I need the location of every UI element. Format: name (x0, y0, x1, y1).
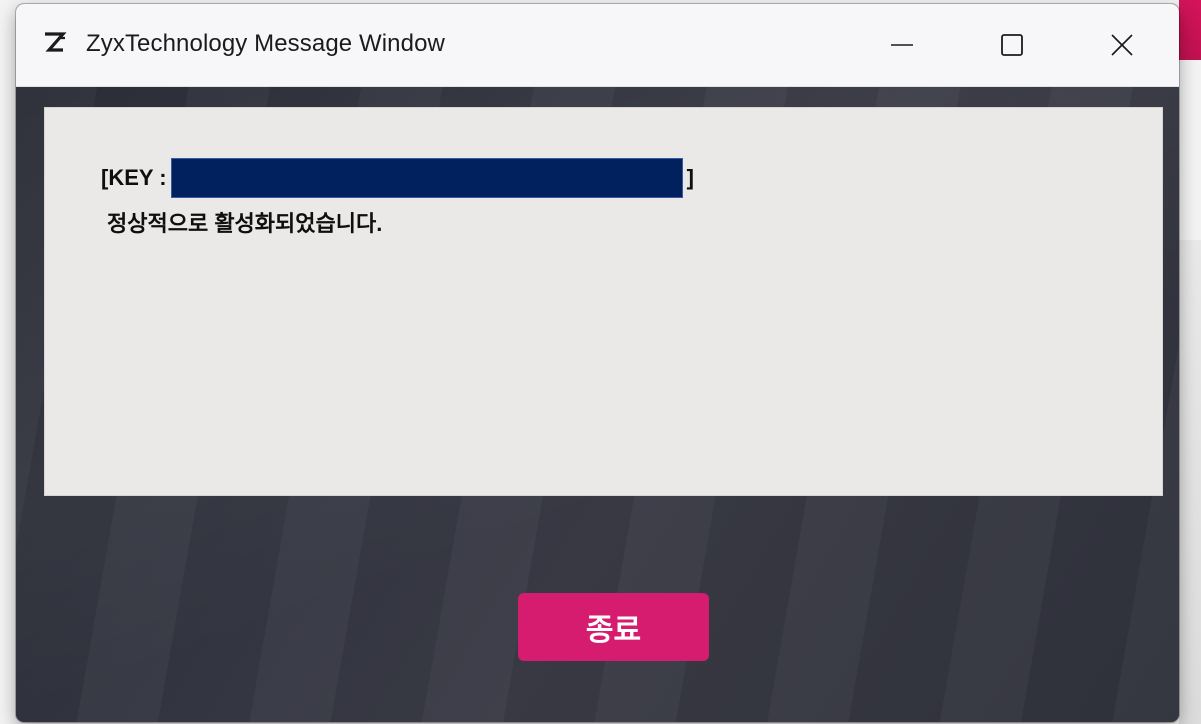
title-bar[interactable]: ZyxTechnology Message Window (16, 4, 1179, 87)
window-client-area: [KEY : ] 정상적으로 활성화되었습니다. 종료 (16, 87, 1179, 722)
key-line: [KEY : ] (101, 158, 694, 198)
exit-button[interactable]: 종료 (518, 593, 709, 661)
maximize-button[interactable] (957, 4, 1067, 86)
close-icon (1111, 34, 1133, 56)
minimize-button[interactable] (847, 4, 957, 86)
message-window: ZyxTechnology Message Window [KEY : ] 정상… (16, 4, 1179, 722)
key-prefix: [KEY : (101, 165, 167, 190)
desktop-edge-strip (1179, 240, 1201, 724)
message-panel: [KEY : ] 정상적으로 활성화되었습니다. (44, 107, 1163, 496)
key-suffix: ] (686, 165, 694, 190)
activation-message: 정상적으로 활성화되었습니다. (107, 211, 383, 236)
desktop-edge-accent (1179, 0, 1201, 60)
zyx-logo-icon (45, 32, 67, 52)
maximize-icon (1001, 34, 1023, 56)
window-title: ZyxTechnology Message Window (86, 30, 445, 57)
key-value-redacted (170, 158, 683, 198)
close-button[interactable] (1067, 4, 1177, 86)
minimize-icon (891, 44, 913, 46)
